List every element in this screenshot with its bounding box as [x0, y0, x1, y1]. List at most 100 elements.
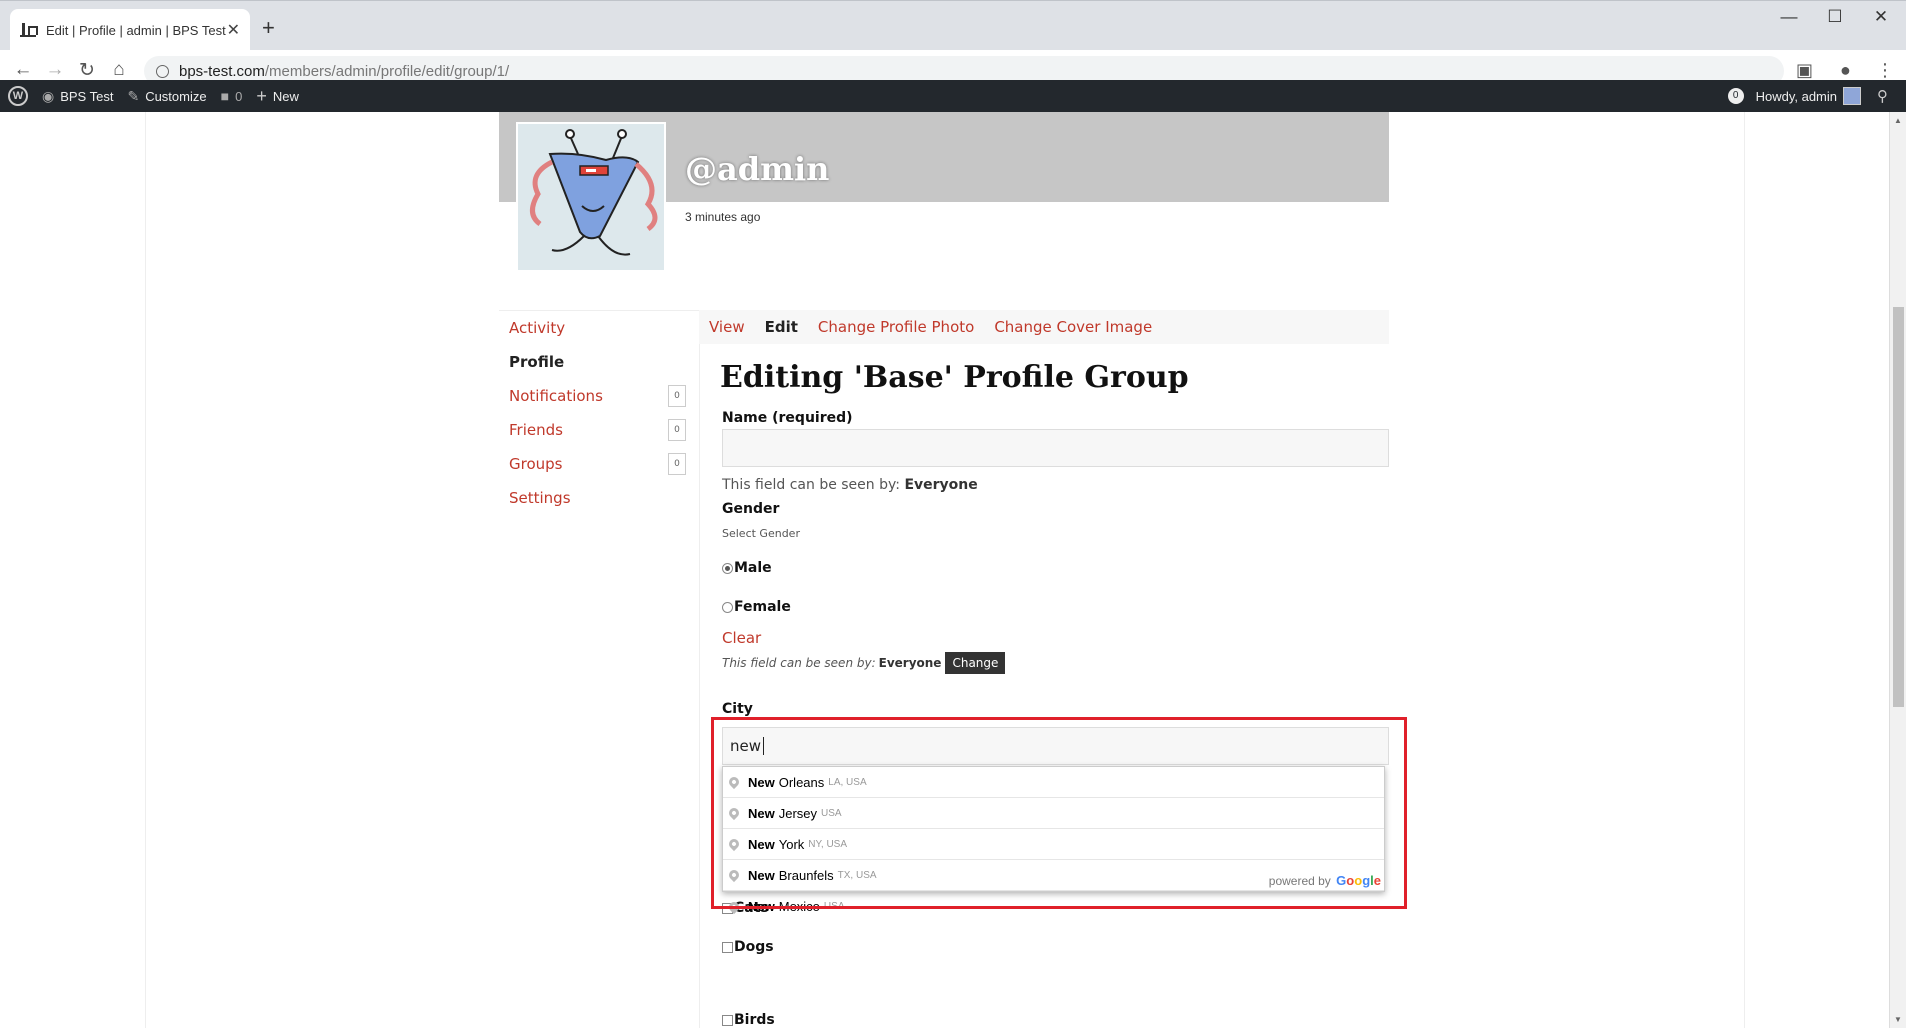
name-visibility: This field can be seen by: Everyone — [722, 477, 978, 493]
radio-female[interactable] — [722, 601, 733, 613]
pet-option-dogs[interactable]: Dogs — [722, 939, 774, 955]
nav-item-activity[interactable]: Activity — [499, 311, 699, 345]
tab-change-profile-photo[interactable]: Change Profile Photo — [818, 318, 974, 336]
content-border-left — [145, 112, 146, 1028]
map-pin-icon — [726, 774, 742, 790]
account-icon[interactable]: ● — [1840, 60, 1851, 81]
suggestion-item[interactable]: New Jersey USA — [723, 798, 1384, 829]
gender-description: Select Gender — [722, 527, 800, 540]
nav-item-label: Groups — [509, 455, 563, 473]
site-name: BPS Test — [60, 88, 114, 104]
admin-avatar[interactable] — [1843, 87, 1861, 105]
clear-link[interactable]: Clear — [722, 629, 761, 647]
radio-label: Female — [734, 599, 791, 615]
city-input[interactable]: new — [722, 727, 1389, 765]
admin-bar-customize[interactable]: ✎ Customize — [127, 88, 206, 105]
new-label: New — [272, 88, 299, 104]
admin-bar-new[interactable]: + New — [256, 86, 299, 107]
wp-admin-bar: W ◉ BPS Test ✎ Customize ■ 0 + New 0 How… — [0, 80, 1906, 112]
plus-icon: + — [256, 85, 267, 106]
back-icon[interactable]: ← — [10, 59, 36, 81]
suggestion-rest: Orleans — [778, 774, 825, 790]
map-pin-icon — [726, 899, 742, 914]
google-logo: Google — [1336, 873, 1381, 888]
wordpress-logo-icon[interactable]: W — [8, 86, 28, 106]
suggestion-secondary: NY, USA — [808, 838, 848, 850]
suggestion-rest: Braunfels — [778, 867, 834, 883]
powered-by-google: powered by Google — [1269, 873, 1381, 888]
tab-title: Edit | Profile | admin | BPS Test — [46, 22, 226, 38]
nav-item-settings[interactable]: Settings — [499, 481, 699, 515]
site-info-icon[interactable] — [156, 64, 169, 78]
last-active: 3 minutes ago — [685, 210, 761, 224]
checkbox-dogs[interactable] — [722, 941, 733, 953]
form-title: Editing 'Base' Profile Group — [720, 360, 1189, 395]
home-icon[interactable]: ⌂ — [106, 59, 132, 81]
notifications-bubble[interactable]: 0 — [1727, 88, 1744, 104]
radio-male[interactable] — [722, 562, 733, 574]
url-host: bps-test.com — [179, 62, 265, 80]
checkbox-birds[interactable] — [722, 1014, 733, 1026]
suggestion-item[interactable]: New York NY, USA — [723, 829, 1384, 860]
admin-bar-right: 0 Howdy, admin ⚲ — [1727, 80, 1906, 112]
profile-handle: @admin — [685, 150, 830, 188]
close-tab-icon[interactable]: ✕ — [227, 20, 240, 40]
nav-item-label: Profile — [509, 353, 565, 371]
window-close-icon[interactable]: ✕ — [1858, 7, 1904, 27]
map-pin-icon — [726, 805, 742, 821]
nav-item-groups[interactable]: Groups 0 — [499, 447, 699, 481]
pet-option-birds[interactable]: Birds — [722, 1012, 775, 1028]
maximize-icon[interactable]: ☐ — [1812, 7, 1858, 27]
new-tab-icon[interactable]: + — [262, 15, 275, 41]
page-scrollbar[interactable]: ▲ ▼ — [1889, 112, 1906, 1028]
admin-bar-site[interactable]: ◉ BPS Test — [42, 88, 113, 105]
comments-count: 0 — [235, 88, 243, 104]
monster-avatar-icon — [518, 124, 664, 270]
scroll-up-icon[interactable]: ▲ — [1894, 116, 1902, 125]
customize-label: Customize — [145, 88, 207, 104]
suggestion-match: New — [748, 805, 775, 821]
tab-change-cover-image[interactable]: Change Cover Image — [994, 318, 1152, 336]
search-icon[interactable]: ⚲ — [1877, 87, 1888, 105]
admin-bar-comments[interactable]: ■ 0 — [221, 88, 243, 104]
dashboard-icon: ◉ — [42, 87, 55, 104]
content-border-right — [1744, 112, 1745, 1028]
forward-icon[interactable]: → — [42, 59, 68, 81]
name-input[interactable] — [722, 429, 1389, 467]
tab-view[interactable]: View — [709, 318, 745, 336]
google-letter: G — [1336, 873, 1347, 888]
checkbox-label: Birds — [734, 1012, 775, 1028]
suggestion-item[interactable]: New Orleans LA, USA — [723, 767, 1384, 798]
reload-icon[interactable]: ↻ — [74, 59, 100, 82]
change-visibility-button[interactable]: Change — [945, 652, 1006, 674]
text-caret — [763, 737, 765, 755]
nav-item-notifications[interactable]: Notifications 0 — [499, 379, 699, 413]
profile-nav: Activity Profile Notifications 0 Friends… — [499, 310, 699, 515]
scrollbar-thumb[interactable] — [1893, 307, 1904, 707]
map-pin-icon — [726, 867, 742, 883]
howdy-label[interactable]: Howdy, admin — [1756, 89, 1837, 104]
browser-tab[interactable]: Edit | Profile | admin | BPS Test ✕ — [10, 9, 250, 51]
suggestion-match: New — [748, 836, 775, 852]
city-autocomplete-dropdown: New Orleans LA, USA New Jersey USA New Y… — [722, 766, 1385, 914]
city-label: City — [722, 701, 753, 717]
minimize-icon[interactable]: — — [1766, 7, 1812, 27]
url-path: /members/admin/profile/edit/group/1/ — [264, 62, 510, 80]
extension-icon[interactable]: ▣ — [1796, 60, 1813, 81]
gender-visibility: This field can be seen by: Everyone Chan… — [722, 652, 1006, 674]
google-letter: g — [1362, 873, 1371, 888]
nav-item-label: Settings — [509, 489, 571, 507]
suggestion-rest: York — [778, 836, 805, 852]
page-content: @admin 3 minutes ago Activity Profile No… — [0, 112, 1906, 1028]
scroll-down-icon[interactable]: ▼ — [1894, 1015, 1902, 1024]
gender-option-male[interactable]: Male — [722, 560, 772, 576]
suggestion-item[interactable]: New Mexico USA — [723, 891, 1384, 922]
site-favicon-icon — [20, 23, 38, 37]
visibility-value: Everyone — [878, 656, 942, 670]
gender-option-female[interactable]: Female — [722, 599, 791, 615]
tab-edit[interactable]: Edit — [765, 318, 798, 336]
menu-icon[interactable]: ⋮ — [1876, 60, 1894, 81]
nav-item-profile[interactable]: Profile — [499, 345, 699, 379]
suggestion-match: New — [748, 774, 775, 790]
nav-item-friends[interactable]: Friends 0 — [499, 413, 699, 447]
